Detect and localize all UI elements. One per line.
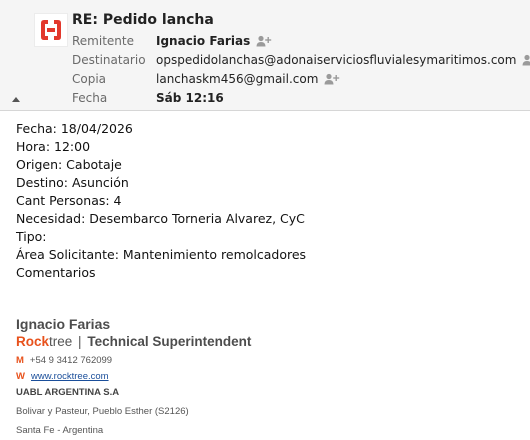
recipient-address[interactable]: opspedidolanchas@adonaiserviciosfluviale… xyxy=(156,53,516,67)
signature-address-2: Santa Fe - Argentina xyxy=(16,425,104,436)
signature-separator: | xyxy=(78,334,82,349)
body-line: Hora: 12:00 xyxy=(16,139,91,154)
signature-web-link[interactable]: www.rocktree.com xyxy=(31,371,109,382)
date-label: Fecha xyxy=(72,91,108,105)
body-line: Origen: Cabotaje xyxy=(16,157,122,172)
cc-label: Copia xyxy=(72,72,107,86)
body-line: Necesidad: Desembarco Torneria Alvarez, … xyxy=(16,211,305,226)
recipient-label: Destinatario xyxy=(72,53,146,67)
signature-phone-line: M +54 9 3412 762099 xyxy=(16,353,516,369)
signature-name: Ignacio Farias xyxy=(16,316,111,332)
message-subject: RE: Pedido lancha xyxy=(72,12,214,28)
collapse-caret-icon[interactable] xyxy=(11,95,21,103)
sender-value[interactable]: Ignacio Farias xyxy=(156,34,272,48)
add-contact-icon[interactable] xyxy=(324,73,340,85)
signature-company-line: Rocktree | Technical Superintendent xyxy=(16,333,516,350)
signature-address-1: Bolivar y Pasteur, Pueblo Esther (S2126) xyxy=(16,406,189,417)
phone-tag: M xyxy=(16,355,24,366)
body-line: Tipo: xyxy=(16,229,47,244)
signature-phone: +54 9 3412 762099 xyxy=(29,355,113,366)
recipient-value[interactable]: opspedidolanchas@adonaiserviciosfluviale… xyxy=(156,53,530,67)
cc-value[interactable]: lanchaskm456@gmail.com xyxy=(156,72,340,86)
body-line: Cant Personas: 4 xyxy=(16,193,122,208)
body-line: Área Solicitante: Mantenimiento remolcad… xyxy=(16,247,307,262)
add-contact-icon[interactable] xyxy=(522,54,530,66)
signature-org: UABL ARGENTINA S.A xyxy=(16,387,120,398)
sender-name[interactable]: Ignacio Farias xyxy=(156,34,250,48)
company-logo-tree: tree xyxy=(49,334,73,349)
date-value: Sáb 12:16 xyxy=(156,91,224,105)
signature-title: Technical Superintendent xyxy=(87,334,252,349)
body-line: Comentarios xyxy=(16,265,96,280)
web-tag: W xyxy=(16,371,25,382)
body-line: Destino: Asunción xyxy=(16,175,129,190)
company-logo-rock: Rock xyxy=(16,334,50,349)
signature-web-line: Wwww.rocktree.com xyxy=(16,369,516,385)
body-line: Fecha: 18/04/2026 xyxy=(16,121,133,136)
message-header: RE: Pedido lancha Remitente Ignacio Fari… xyxy=(0,0,530,111)
add-contact-icon[interactable] xyxy=(256,35,272,47)
email-signature: Ignacio Farias Rocktree | Technical Supe… xyxy=(16,316,516,439)
app-logo-icon xyxy=(34,13,68,47)
message-body: Fecha: 18/04/2026 Hora: 12:00 Origen: Ca… xyxy=(16,120,516,282)
cc-address[interactable]: lanchaskm456@gmail.com xyxy=(156,72,318,86)
sender-label: Remitente xyxy=(72,34,134,48)
